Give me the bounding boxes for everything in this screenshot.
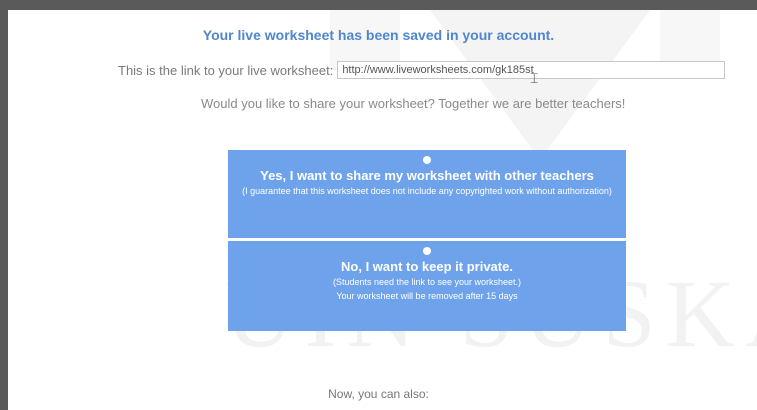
next-steps-heading: Now, you can also: (328, 387, 429, 401)
share-question: Would you like to share your worksheet? … (201, 96, 626, 111)
private-option-button[interactable]: No, I want to keep it private. (Students… (228, 241, 626, 331)
share-option-note: (I guarantee that this worksheet does no… (242, 186, 612, 196)
saved-confirmation-title: Your live worksheet has been saved in yo… (202, 27, 555, 43)
share-option-button[interactable]: Yes, I want to share my worksheet with o… (228, 150, 626, 238)
window-border-top (0, 0, 757, 10)
window-border-left (0, 0, 8, 410)
share-option-title: Yes, I want to share my worksheet with o… (260, 168, 594, 183)
private-option-title: No, I want to keep it private. (341, 259, 513, 274)
radio-dot-icon (423, 247, 431, 255)
link-row: This is the link to your live worksheet: (118, 60, 726, 80)
private-option-removal-note: Your worksheet will be removed after 15 … (336, 291, 518, 301)
radio-dot-icon (423, 156, 431, 164)
private-option-note: (Students need the link to see your work… (332, 277, 522, 287)
text-cursor-icon: ⌶ (530, 70, 539, 86)
screenshot-frame: UIN SUSKA R Your live worksheet has been… (0, 0, 757, 410)
link-label: This is the link to your live worksheet: (118, 62, 334, 78)
